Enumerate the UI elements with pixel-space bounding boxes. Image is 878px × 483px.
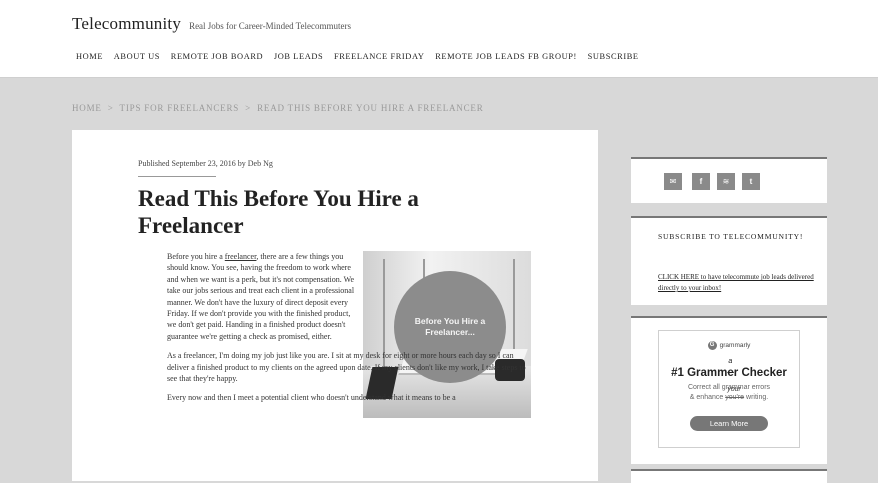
page-title: Read This Before You Hire a Freelancer (138, 186, 419, 238)
subscribe-heading: SUBSCRIBE TO TELECOMMUNITY! (658, 232, 804, 241)
nav-item-subscribe[interactable]: SUBSCRIBE (588, 52, 639, 61)
twitter-icon[interactable]: t (742, 173, 760, 190)
site-tagline: Real Jobs for Career-Minded Telecommuter… (189, 21, 352, 31)
nav-item-fb-group[interactable]: REMOTE JOB LEADS FB GROUP! (435, 52, 577, 61)
social-widget: ✉ f ≋ t (631, 157, 827, 203)
breadcrumb-home[interactable]: HOME (72, 103, 102, 113)
ad-brand: Ggrammarly (659, 341, 799, 350)
ad-line: & enhance you're your writing. (659, 386, 799, 403)
nav-item-home[interactable]: HOME (76, 52, 103, 61)
rss-icon[interactable]: ≋ (717, 173, 735, 190)
ad-headline-text: #1 Gramm (671, 367, 728, 379)
nav-item-remote-job-board[interactable]: REMOTE JOB BOARD (171, 52, 263, 61)
subscribe-widget: SUBSCRIBE TO TELECOMMUNITY! CLICK HERE t… (631, 216, 827, 305)
main-nav: HOME ABOUT US REMOTE JOB BOARD JOB LEADS… (72, 52, 643, 61)
ad-headline: #1 Gramme a r Checker (659, 358, 799, 379)
article-card: Published September 23, 2016 by Deb Ng R… (72, 130, 598, 481)
byline-divider (138, 176, 216, 177)
breadcrumb-current: READ THIS BEFORE YOU HIRE A FREELANCER (257, 103, 484, 113)
facebook-icon[interactable]: f (692, 173, 710, 190)
site-header: Telecommunity Real Jobs for Career-Minde… (0, 0, 878, 78)
site-name[interactable]: Telecommunity (72, 14, 181, 33)
breadcrumb-separator: > (245, 103, 252, 113)
paragraph-text: Before you hire a (167, 252, 225, 261)
nav-item-about-us[interactable]: ABOUT US (114, 52, 160, 61)
ad-description: Correct all grammar errors & enhance you… (659, 383, 799, 403)
ad-line-text: & enhance (689, 394, 726, 401)
ad-brand-name: grammarly (719, 342, 751, 350)
freelancer-link[interactable]: freelancer (225, 252, 257, 261)
article-paragraph: As a freelancer, I'm doing my job just l… (167, 351, 526, 384)
breadcrumb: HOME > TIPS FOR FREELANCERS > READ THIS … (72, 103, 484, 113)
article-byline: Published September 23, 2016 by Deb Ng (138, 159, 273, 168)
ad-correction: your (727, 386, 741, 393)
email-icon[interactable]: ✉ (664, 173, 682, 190)
ad-line-text: writing. (744, 394, 769, 401)
site-brand[interactable]: Telecommunity Real Jobs for Career-Minde… (72, 14, 351, 34)
ad-headline-correction: a (728, 358, 733, 365)
breadcrumb-category[interactable]: TIPS FOR FREELANCERS (120, 103, 240, 113)
subscribe-link[interactable]: CLICK HERE to have telecommute job leads… (658, 272, 818, 294)
learn-more-button[interactable]: Learn More (690, 416, 768, 431)
article-paragraph: Before you hire a freelancer, there are … (167, 251, 357, 342)
nav-item-freelance-friday[interactable]: FREELANCE FRIDAY (334, 52, 425, 61)
paragraph-text: , there are a few things you should know… (167, 252, 355, 341)
ad-headline-typo: e (727, 367, 734, 379)
article-body: Before you hire a freelancer, there are … (167, 251, 529, 412)
ad-widget: Ggrammarly #1 Gramme a r Checker Correct a… (631, 316, 827, 464)
grammarly-ad[interactable]: Ggrammarly #1 Gramme a r Checker Correct a… (658, 330, 800, 448)
ad-headline-text: r Checker (733, 367, 787, 379)
breadcrumb-separator: > (107, 103, 114, 113)
article-paragraph: Every now and then I meet a potential cl… (167, 393, 456, 403)
nav-item-job-leads[interactable]: JOB LEADS (274, 52, 323, 61)
grammarly-logo-icon: G (707, 341, 717, 350)
ad-typo: you're (725, 394, 745, 401)
